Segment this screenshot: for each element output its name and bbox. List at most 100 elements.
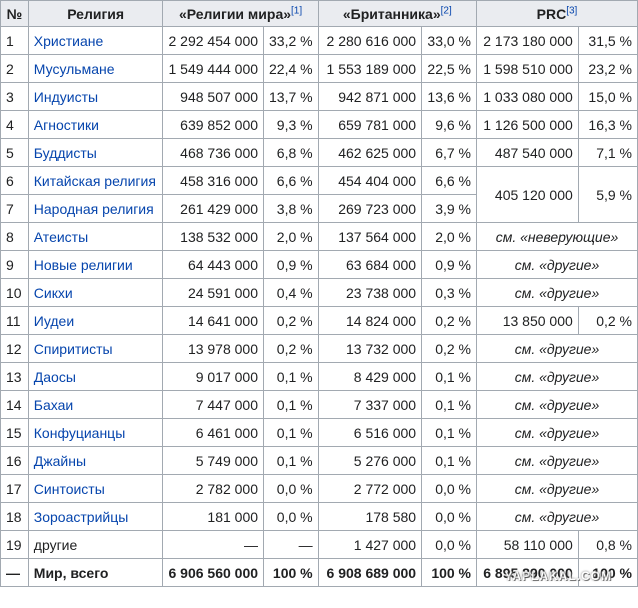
row-number: 13 <box>0 362 29 391</box>
religion-link[interactable]: Новые религии <box>34 257 133 273</box>
value-religii-mira: 2 782 000 <box>162 474 265 503</box>
percent-religii-mira: 13,7 % <box>263 82 319 111</box>
religion-link[interactable]: Конфуцианцы <box>34 425 125 441</box>
row-number: 11 <box>0 306 29 335</box>
percent-prc: 31,5 % <box>577 26 638 55</box>
value-religii-mira: 948 507 000 <box>162 82 265 111</box>
value-britannica: 5 276 000 <box>317 446 423 475</box>
table-row: 1 Христиане 2 292 454 000 33,2 % 2 280 616 0… <box>0 26 638 55</box>
value-religii-mira: 2 292 454 000 <box>162 26 265 55</box>
header-source-label: PRC <box>536 5 567 22</box>
religion-name: Новые религии <box>27 250 164 279</box>
religion-name: Христиане <box>27 26 164 55</box>
percent-religii-mira: 100 % <box>263 558 319 587</box>
ref-link-3[interactable]: [3] <box>566 5 577 16</box>
percent-religii-mira: 0,1 % <box>263 390 319 419</box>
religion-link[interactable]: Народная религия <box>34 201 154 217</box>
percent-britannica: 0,0 % <box>421 530 478 559</box>
value-prc: 1 598 510 000 <box>476 54 579 83</box>
row-number: 5 <box>0 138 29 167</box>
percent-religii-mira: 0,9 % <box>263 250 319 279</box>
table-row: 15 Конфуцианцы 6 461 000 0,1 % 6 516 000 0,1 … <box>0 418 638 447</box>
percent-britannica: 0,0 % <box>421 502 478 531</box>
percent-prc: 0,2 % <box>577 306 638 335</box>
value-religii-mira: 181 000 <box>162 502 265 531</box>
row-number: 8 <box>0 222 29 251</box>
value-britannica: 14 824 000 <box>317 306 423 335</box>
religion-link[interactable]: Мусульмане <box>34 61 115 77</box>
percent-britannica: 13,6 % <box>421 82 478 111</box>
religion-link[interactable]: Китайская религия <box>34 173 156 189</box>
header-source-label: «Религии мира» <box>178 5 292 22</box>
table-row: 13 Даосы 9 017 000 0,1 % 8 429 000 0,1 % см. «… <box>0 362 638 391</box>
value-britannica: 137 564 000 <box>317 222 423 251</box>
value-religii-mira: 458 316 000 <box>162 166 265 195</box>
religion-link[interactable]: Буддисты <box>34 145 97 161</box>
row-number: 18 <box>0 502 29 531</box>
religion-link[interactable]: Зороастрийцы <box>34 509 129 525</box>
percent-religii-mira: 2,0 % <box>263 222 319 251</box>
religion-name: Мусульмане <box>27 54 164 83</box>
row-number: 15 <box>0 418 29 447</box>
table-row: 18 Зороастрийцы 181 000 0,0 % 178 580 0,0 % см… <box>0 502 638 531</box>
ref-link-1[interactable]: [1] <box>291 5 302 16</box>
see-other-note: см. «другие» <box>476 250 638 279</box>
percent-religii-mira: 3,8 % <box>263 194 319 223</box>
value-prc: 58 110 000 <box>476 530 579 559</box>
religion-link[interactable]: Бахаи <box>34 397 73 413</box>
religion-link[interactable]: Сикхи <box>34 285 73 301</box>
header-religion[interactable]: Религия <box>27 0 164 27</box>
religion-link[interactable]: Синтоисты <box>34 481 105 497</box>
table-row: 6 Китайская религия 458 316 000 6,6 % 454 40… <box>0 166 638 223</box>
value-religii-mira: 5 749 000 <box>162 446 265 475</box>
value-religii-mira: 6 906 560 000 <box>162 558 265 587</box>
percent-britannica: 9,6 % <box>421 110 478 139</box>
percent-prc: 7,1 % <box>577 138 638 167</box>
religion-link[interactable]: Атеисты <box>34 229 88 245</box>
table-row: 12 Спиритисты 13 978 000 0,2 % 13 732 000 0,2… <box>0 334 638 363</box>
header-num[interactable]: № <box>0 0 29 27</box>
ref-link-2[interactable]: [2] <box>441 5 452 16</box>
value-religii-mira: 261 429 000 <box>162 194 265 223</box>
value-britannica: 23 738 000 <box>317 278 423 307</box>
see-other-note: см. «другие» <box>476 502 638 531</box>
table-row: 5 Буддисты 468 736 000 6,8 % 462 625 000 6,7 … <box>0 138 638 167</box>
table-row: 16 Джайны 5 749 000 0,1 % 5 276 000 0,1 % см. … <box>0 446 638 475</box>
religion-name: Джайны <box>27 446 164 475</box>
religion-name: Китайская религия <box>27 166 164 195</box>
percent-religii-mira: 9,3 % <box>263 110 319 139</box>
religion-link[interactable]: Джайны <box>34 453 86 469</box>
religion-label: другие <box>33 536 78 553</box>
row-number: 16 <box>0 446 29 475</box>
religion-link[interactable]: Даосы <box>34 369 76 385</box>
religion-name: Зороастрийцы <box>27 502 164 531</box>
religion-link[interactable]: Христиане <box>34 33 103 49</box>
religion-link[interactable]: Агностики <box>34 117 99 133</box>
percent-religii-mira: 0,0 % <box>263 502 319 531</box>
value-religii-mira: 14 641 000 <box>162 306 265 335</box>
header-source-prc[interactable]: PRC[3] <box>476 0 638 27</box>
percent-religii-mira: 0,2 % <box>263 334 319 363</box>
religion-link[interactable]: Индуисты <box>34 89 98 105</box>
religion-name: Синтоисты <box>27 474 164 503</box>
religion-name: Спиритисты <box>27 334 164 363</box>
percent-religii-mira: 0,1 % <box>263 418 319 447</box>
religion-link[interactable]: Иудеи <box>34 313 74 329</box>
percent-britannica: 2,0 % <box>421 222 478 251</box>
header-source-britannica[interactable]: «Британника»[2] <box>317 0 478 27</box>
percent-prc: 5,9 % <box>577 166 638 223</box>
see-other-note: см. «другие» <box>476 362 638 391</box>
value-prc: 405 120 000 <box>476 166 579 223</box>
percent-britannica: 0,2 % <box>421 334 478 363</box>
value-britannica: 1 553 189 000 <box>317 54 423 83</box>
header-source-religii-mira[interactable]: «Религии мира»[1] <box>162 0 319 27</box>
religion-name: Индуисты <box>27 82 164 111</box>
value-religii-mira: 1 549 444 000 <box>162 54 265 83</box>
value-britannica: 269 723 000 <box>317 194 423 223</box>
see-other-note: см. «другие» <box>476 334 638 363</box>
value-prc: 2 173 180 000 <box>476 26 579 55</box>
table-row: 17 Синтоисты 2 782 000 0,0 % 2 772 000 0,0 % с… <box>0 474 638 503</box>
religion-link[interactable]: Спиритисты <box>34 341 113 357</box>
percent-britannica: 0,1 % <box>421 446 478 475</box>
percent-prc: 23,2 % <box>577 54 638 83</box>
